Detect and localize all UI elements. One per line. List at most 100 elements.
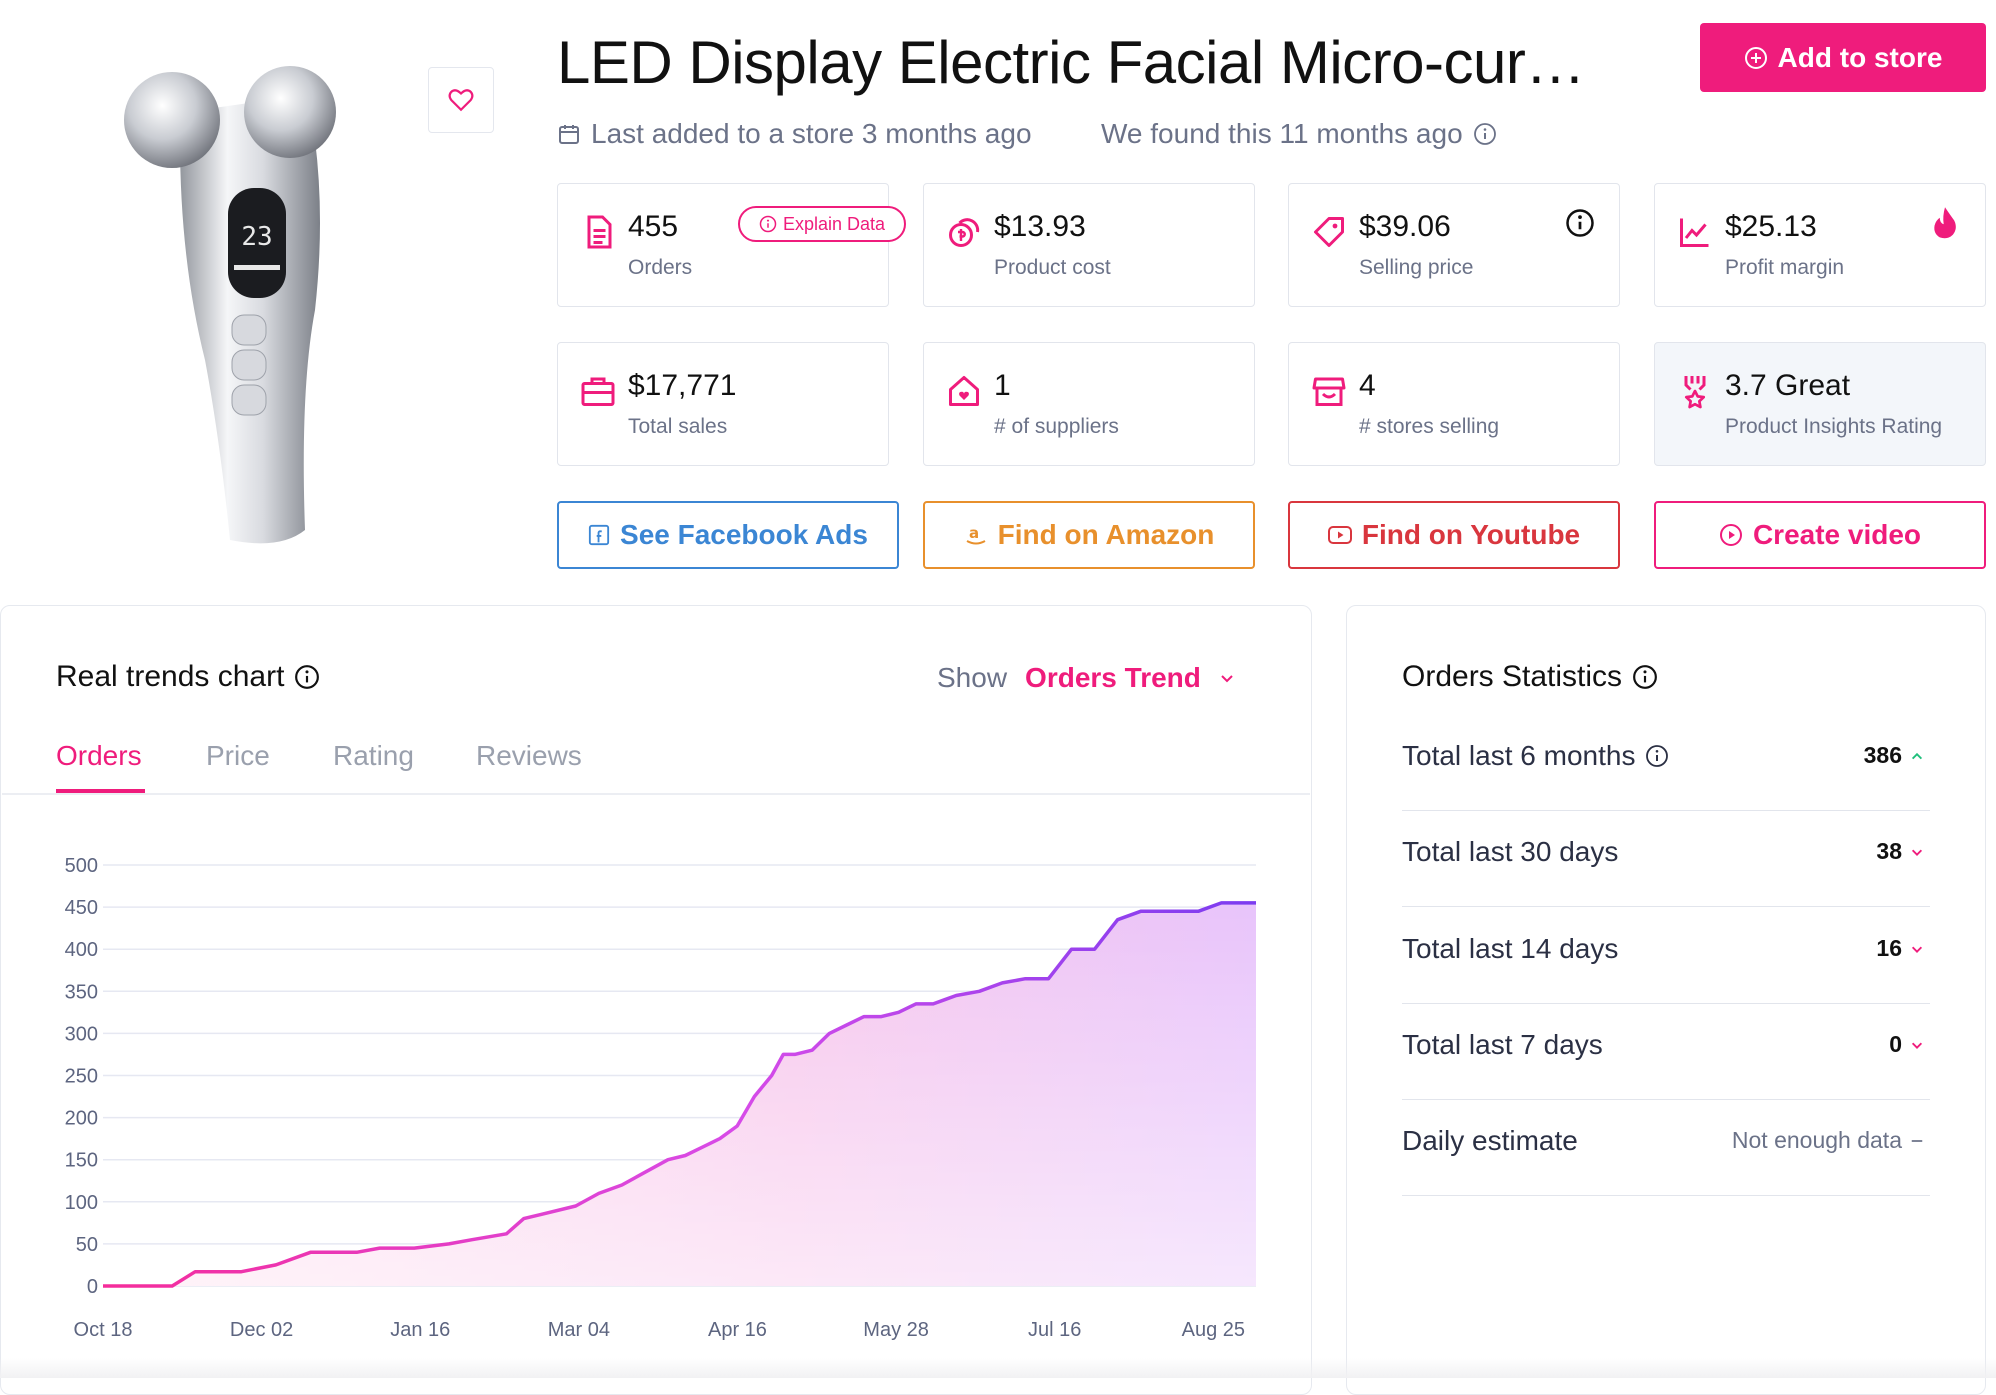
document-icon	[587, 215, 612, 249]
y-tick-label: 500	[65, 855, 98, 877]
found-text: We found this 11 months ago	[1101, 118, 1463, 149]
trends-title: Real trends chart	[56, 660, 320, 694]
show-value: Orders Trend	[1025, 662, 1201, 693]
product-title: LED Display Electric Facial Micro-cur…	[557, 29, 1585, 96]
metric-value: 1	[994, 369, 1011, 402]
svg-text:23: 23	[241, 222, 272, 252]
info-icon[interactable]	[1645, 744, 1669, 768]
heart-icon	[448, 89, 474, 112]
chevron-down-icon	[1911, 1042, 1923, 1049]
y-tick-label: 350	[65, 981, 98, 1003]
y-tick-label: 0	[87, 1276, 98, 1298]
stat-row-30-days: Total last 30 days 38	[1402, 810, 1930, 907]
see-facebook-ads-button[interactable]: See Facebook Ads	[557, 501, 899, 569]
metric-value: 3.7 Great	[1725, 369, 1851, 402]
youtube-icon	[1327, 526, 1352, 544]
y-tick-label: 100	[65, 1192, 98, 1214]
chevron-down-icon	[1221, 675, 1233, 683]
x-tick-label: Apr 16	[708, 1319, 767, 1341]
x-tick-label: Oct 18	[74, 1319, 133, 1341]
last-added-info: Last added to a store 3 months ago	[557, 118, 1032, 150]
facebook-icon	[588, 524, 610, 546]
trend-up-icon	[1680, 218, 1709, 247]
youtube-label: Find on Youtube	[1361, 519, 1581, 550]
chevron-down-icon	[1911, 849, 1923, 856]
find-on-youtube-button[interactable]: Find on Youtube	[1288, 501, 1620, 569]
amazon-label: Find on Amazon	[997, 519, 1215, 550]
metric-label: Profit margin	[1725, 256, 1845, 279]
svg-text:a: a	[969, 524, 979, 542]
info-icon	[759, 215, 777, 233]
x-tick-label: Mar 04	[548, 1319, 610, 1341]
stats-title-text: Orders Statistics	[1402, 660, 1623, 693]
x-tick-label: Dec 02	[230, 1319, 293, 1341]
coins-icon	[949, 218, 980, 247]
metric-card-rating: 3.7 Great Product Insights Rating	[1654, 342, 1986, 466]
find-on-amazon-button[interactable]: a Find on Amazon	[923, 501, 1255, 569]
metric-label: # stores selling	[1359, 415, 1500, 438]
x-tick-label: May 28	[863, 1319, 929, 1341]
favorite-button[interactable]	[428, 67, 494, 133]
metric-label: Product cost	[994, 256, 1111, 279]
last-added-text: Last added to a store 3 months ago	[591, 118, 1032, 149]
info-icon[interactable]	[1632, 664, 1658, 690]
metric-value: 455	[628, 210, 679, 243]
play-circle-icon	[1719, 524, 1742, 546]
y-tick-label: 300	[65, 1023, 98, 1045]
stat-row-14-days: Total last 14 days 16	[1402, 907, 1930, 1004]
tab-reviews[interactable]: Reviews	[476, 740, 582, 772]
stat-value: 0	[1889, 1031, 1902, 1057]
create-video-button[interactable]: Create video	[1654, 501, 1986, 569]
amazon-icon: a	[966, 524, 986, 545]
stats-title: Orders Statistics	[1402, 660, 1658, 694]
stat-label: Total last 6 months	[1402, 740, 1636, 771]
metric-card-stores-selling: 4 # stores selling	[1288, 342, 1620, 466]
stat-row-daily-estimate: Daily estimate Not enough data	[1402, 1099, 1930, 1196]
metric-label: # of suppliers	[994, 415, 1119, 438]
orders-trend-chart: 0 50 100 150 200 250 300 350 400 450 500 Oct 18 Dec…	[65, 855, 1256, 1341]
add-to-store-label: Add to store	[1777, 41, 1943, 73]
info-icon[interactable]	[1473, 122, 1497, 146]
orders-area-fade	[103, 902, 1256, 1286]
metric-label: Orders	[628, 256, 693, 279]
stat-row-6-months: Total last 6 months 386	[1402, 714, 1930, 811]
tab-orders[interactable]: Orders	[56, 740, 142, 772]
stat-label: Daily estimate	[1402, 1125, 1578, 1156]
y-tick-label: 200	[65, 1108, 98, 1130]
tab-rating[interactable]: Rating	[333, 740, 414, 772]
metric-label: Product Insights Rating	[1725, 415, 1943, 438]
metric-value: $17,771	[628, 369, 737, 402]
info-icon[interactable]	[294, 664, 320, 690]
metric-value: $39.06	[1359, 210, 1451, 243]
stat-value: 16	[1876, 935, 1902, 961]
bottom-edge	[0, 1358, 1996, 1378]
add-to-store-button[interactable]: Add to store	[1700, 23, 1986, 92]
metric-card-suppliers: 1 # of suppliers	[923, 342, 1255, 466]
store-icon	[1312, 377, 1346, 406]
metric-card-total-sales: $17,771 Total sales	[557, 342, 889, 466]
stat-label: Total last 7 days	[1402, 1029, 1603, 1060]
trends-title-text: Real trends chart	[56, 660, 285, 693]
chevron-down-icon	[1911, 946, 1923, 953]
stat-value: 386	[1863, 742, 1902, 768]
supplier-house-icon	[949, 376, 979, 406]
y-tick-label: 450	[65, 897, 98, 919]
calendar-icon	[559, 125, 579, 144]
x-tick-label: Jul 16	[1028, 1319, 1081, 1341]
stat-label: Total last 14 days	[1402, 933, 1619, 964]
create-video-label: Create video	[1752, 519, 1922, 550]
show-label: Show	[937, 662, 1008, 693]
explain-data-button[interactable]: Explain Data	[738, 206, 906, 242]
chevron-up-icon	[1911, 752, 1923, 759]
flame-icon	[1934, 207, 1956, 239]
info-icon[interactable]	[1565, 208, 1595, 238]
metric-card-orders: 455 Orders Explain Data	[557, 183, 906, 307]
show-selector[interactable]: Show Orders Trend	[937, 662, 1235, 694]
metric-value: $25.13	[1725, 210, 1817, 243]
plus-circle-icon	[1744, 46, 1767, 69]
x-tick-label: Aug 25	[1182, 1319, 1245, 1341]
metric-label: Selling price	[1359, 256, 1474, 279]
metric-value: 4	[1359, 369, 1376, 402]
award-icon	[1684, 376, 1706, 409]
tab-price[interactable]: Price	[206, 740, 270, 772]
